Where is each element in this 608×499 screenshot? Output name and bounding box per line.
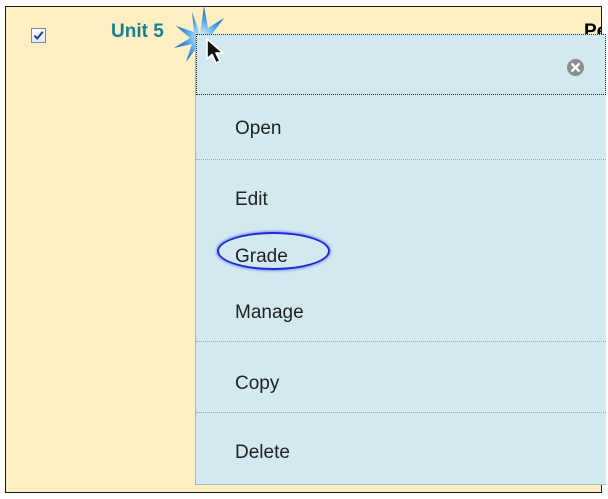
menu-item-copy[interactable]: Copy (196, 365, 606, 405)
menu-item-label: Copy (235, 373, 280, 394)
menu-item-edit[interactable]: Edit (196, 181, 606, 221)
menu-item-label: Delete (235, 442, 290, 463)
menu-divider (196, 412, 606, 413)
menu-item-label: Manage (235, 302, 304, 323)
menu-item-delete[interactable]: Delete (196, 434, 606, 474)
menu-item-label: Edit (235, 189, 268, 210)
row-select-checkbox[interactable] (31, 28, 46, 43)
menu-divider (196, 159, 606, 160)
checkbox-checked-icon (33, 31, 44, 41)
grade-highlight-ring (217, 232, 330, 270)
item-title-link[interactable]: Unit 5 (111, 20, 164, 44)
menu-item-open[interactable]: Open (196, 110, 606, 150)
context-menu-header (196, 34, 606, 95)
close-icon[interactable] (567, 59, 584, 76)
menu-divider (196, 341, 606, 342)
menu-item-manage[interactable]: Manage (196, 294, 606, 334)
mouse-cursor-icon (206, 38, 224, 64)
menu-item-label: Open (235, 118, 282, 139)
